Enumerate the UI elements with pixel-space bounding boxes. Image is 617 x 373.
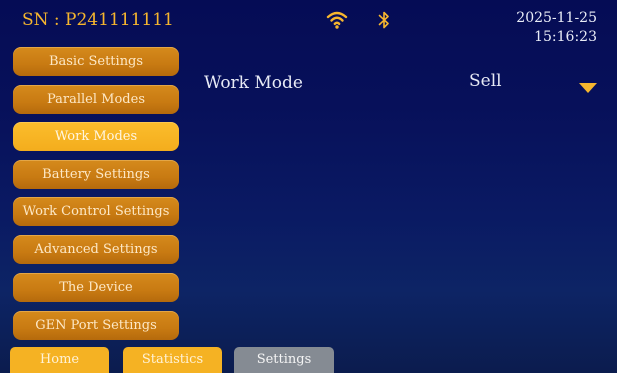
datetime: 2025-11-25 15:16:23 [516, 9, 597, 47]
tab-statistics[interactable]: Statistics [123, 347, 222, 373]
menu-item-work-modes[interactable]: Work Modes [13, 122, 179, 151]
work-mode-value[interactable]: Sell [469, 71, 502, 91]
wifi-icon [326, 11, 348, 29]
serial-number: SN : P241111111 [22, 10, 174, 30]
tab-settings[interactable]: Settings [234, 347, 334, 373]
menu-item-gen-port-settings[interactable]: GEN Port Settings [13, 311, 179, 340]
menu-item-battery-settings[interactable]: Battery Settings [13, 160, 179, 189]
menu-item-the-device[interactable]: The Device [13, 273, 179, 302]
work-mode-label: Work Mode [204, 73, 303, 93]
tab-home[interactable]: Home [10, 347, 109, 373]
time-text: 15:16:23 [534, 29, 597, 45]
date-text: 2025-11-25 [516, 10, 597, 26]
chevron-down-icon[interactable] [578, 81, 598, 95]
menu-item-parallel-modes[interactable]: Parallel Modes [13, 85, 179, 114]
status-bar: SN : P241111111 2025-11-25 15:16:23 [0, 0, 617, 48]
bluetooth-icon [378, 11, 389, 29]
menu-item-basic-settings[interactable]: Basic Settings [13, 47, 179, 76]
menu-item-advanced-settings[interactable]: Advanced Settings [13, 235, 179, 264]
menu-item-work-control-settings[interactable]: Work Control Settings [13, 197, 179, 226]
settings-screen: SN : P241111111 2025-11-25 15:16:23 Basi… [0, 0, 617, 373]
